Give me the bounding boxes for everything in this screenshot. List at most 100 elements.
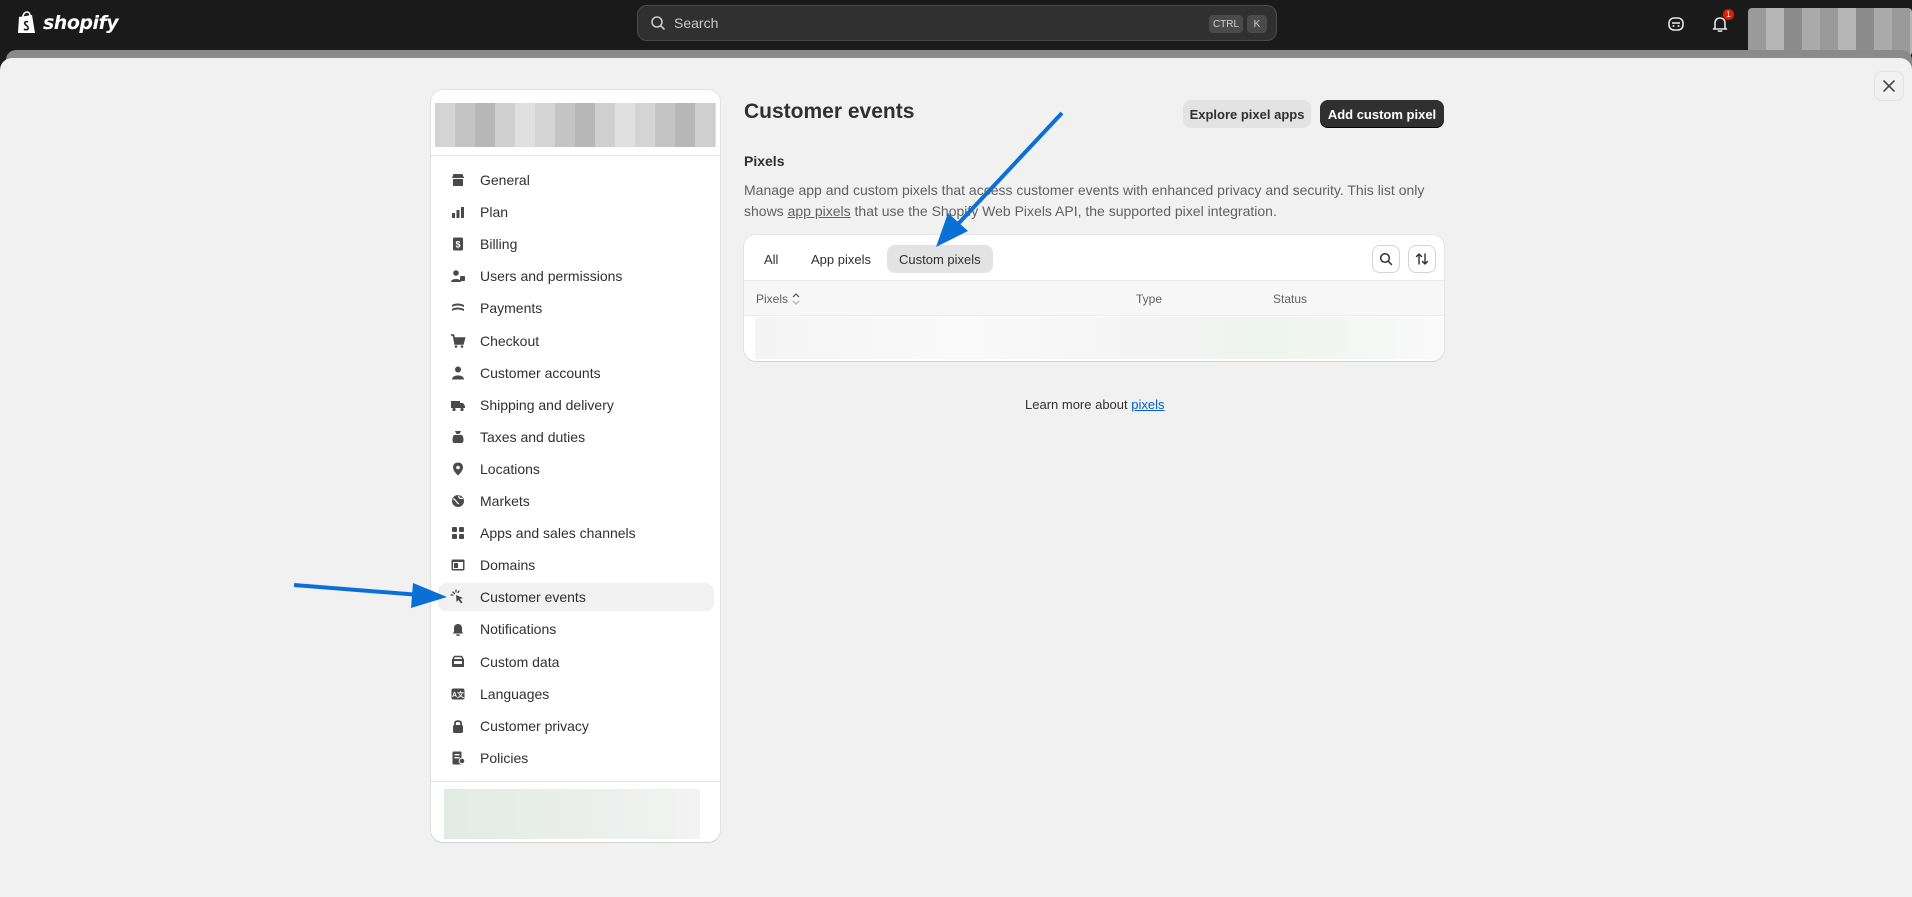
cursor-click-icon: [450, 589, 463, 604]
sidebar-footer-redacted: [444, 789, 700, 839]
top-bar: shopify Search CTRL K 1: [0, 0, 1912, 56]
sidebar-item-label: Checkout: [480, 332, 540, 349]
sidebar-item-policies[interactable]: Policies: [438, 744, 714, 772]
column-header-type: Type: [1136, 292, 1163, 306]
brand-name: shopify: [43, 12, 119, 34]
learn-more-text: Learn more about: [1025, 397, 1132, 412]
sidebar-item-label: Users and permissions: [480, 268, 623, 285]
sidebar-item-markets[interactable]: Markets: [438, 487, 714, 515]
sidebar-item-label: General: [480, 172, 530, 188]
billing-icon: $: [453, 237, 463, 251]
explore-pixel-apps-button[interactable]: Explore pixel apps: [1183, 100, 1311, 128]
shortcut-ctrl-key: CTRL: [1209, 15, 1243, 33]
notifications-button[interactable]: 1: [1708, 9, 1734, 36]
sidebar-item-label: Apps and sales channels: [480, 525, 636, 542]
sidebar-item-customer-accounts[interactable]: Customer accounts: [438, 359, 714, 387]
sidebar-item-billing[interactable]: $ Billing: [438, 230, 714, 258]
sort-caret-icon: [792, 293, 800, 305]
cart-icon: [451, 333, 466, 348]
learn-more: Learn more about pixels: [1025, 397, 1164, 412]
domain-icon: [451, 559, 465, 571]
store-info-redacted[interactable]: [435, 103, 716, 147]
column-header-pixels[interactable]: Pixels: [756, 292, 800, 306]
language-icon: A文: [451, 688, 465, 700]
divider: [431, 155, 720, 156]
sidebar-item-general[interactable]: General: [438, 166, 714, 194]
sidebar-item-label: Policies: [480, 749, 529, 766]
sidekick-button[interactable]: [1664, 12, 1688, 36]
person-icon: [452, 366, 464, 380]
search-input[interactable]: Search CTRL K: [637, 5, 1277, 41]
shortcut-k-key: K: [1247, 15, 1267, 33]
bell-icon: [452, 624, 464, 637]
column-header-status: Status: [1273, 292, 1308, 306]
page-title: Customer events: [744, 100, 915, 123]
sidebar-item-label: Locations: [480, 460, 540, 477]
sidekick-icon: [1668, 17, 1684, 31]
sidebar-item-languages[interactable]: A文 Languages: [438, 680, 714, 708]
tab-app-pixels[interactable]: App pixels: [799, 245, 883, 273]
sidebar-item-label: Payments: [480, 300, 543, 317]
sidebar-item-label: Markets: [480, 493, 530, 509]
location-pin-icon: [453, 462, 463, 476]
policies-icon: [452, 751, 466, 765]
sidebar-item-label: Custom data: [480, 653, 560, 670]
sidebar-item-custom-data[interactable]: Custom data: [438, 648, 714, 676]
tab-all[interactable]: All: [752, 245, 790, 273]
sidebar-item-payments[interactable]: Payments: [438, 294, 714, 322]
sidebar-item-label: Billing: [480, 236, 518, 253]
account-avatar[interactable]: [1748, 8, 1912, 56]
custom-data-icon: [452, 655, 464, 667]
svg-text:A文: A文: [452, 690, 465, 699]
shopify-logo[interactable]: shopify: [16, 11, 119, 35]
sidebar-item-locations[interactable]: Locations: [438, 455, 714, 483]
table-header: Pixels Type Status: [744, 280, 1444, 316]
sort-button[interactable]: [1408, 245, 1436, 273]
search-filter-button[interactable]: [1372, 245, 1400, 273]
svg-text:$: $: [455, 240, 460, 250]
sidebar-item-label: Plan: [480, 204, 509, 221]
sidebar-item-customer-privacy[interactable]: Customer privacy: [438, 712, 714, 740]
payments-icon: [452, 303, 464, 312]
app-pixels-link[interactable]: app pixels: [788, 203, 851, 219]
sidebar-item-customer-events[interactable]: Customer events: [438, 583, 714, 612]
search-icon: [651, 16, 665, 30]
search-placeholder: Search: [674, 15, 719, 31]
tab-custom-pixels[interactable]: Custom pixels: [887, 245, 993, 273]
sidebar-item-label: Customer accounts: [480, 364, 601, 381]
lock-icon: [453, 719, 463, 733]
sidebar-item-apps-and-sales-channels[interactable]: Apps and sales channels: [438, 519, 714, 547]
sort-arrows-icon: [1415, 253, 1429, 265]
section-title: Pixels: [744, 153, 785, 169]
divider: [431, 781, 720, 782]
sidebar-item-checkout[interactable]: Checkout: [438, 327, 714, 355]
sidebar-item-domains[interactable]: Domains: [438, 551, 714, 579]
sidebar-item-label: Customer privacy: [480, 717, 589, 734]
table-row-redacted[interactable]: [755, 317, 1444, 359]
pixels-help-link[interactable]: pixels: [1131, 397, 1164, 412]
sidebar-item-shipping-and-delivery[interactable]: Shipping and delivery: [438, 391, 714, 419]
close-settings-button[interactable]: [1874, 71, 1904, 101]
globe-icon: [452, 495, 464, 507]
sidebar-item-users-and-permissions[interactable]: Users and permissions: [438, 262, 714, 290]
sidebar-item-label: Shipping and delivery: [480, 396, 614, 413]
sidebar-item-taxes-and-duties[interactable]: Taxes and duties: [438, 423, 714, 451]
add-custom-pixel-button[interactable]: Add custom pixel: [1320, 100, 1444, 128]
shopify-bag-icon: [18, 11, 35, 33]
apps-icon: [452, 527, 464, 540]
pixels-card: All App pixels Custom pixels Pixels Type…: [744, 235, 1444, 361]
tax-bag-icon: [452, 430, 464, 443]
sidebar-item-label: Domains: [480, 557, 536, 574]
truck-icon: [451, 400, 465, 411]
notification-count-badge: 1: [1723, 9, 1734, 20]
store-icon: [452, 174, 464, 186]
sidebar-item-label: Customer events: [480, 589, 586, 606]
users-icon: [451, 270, 465, 283]
description-text: that use the Shopify Web Pixels API, the…: [850, 203, 1277, 219]
close-icon: [1883, 80, 1895, 92]
sidebar-item-plan[interactable]: Plan: [438, 198, 714, 226]
sidebar-item-notifications[interactable]: Notifications: [438, 615, 714, 643]
sidebar-item-label: Taxes and duties: [480, 428, 586, 445]
column-label: Pixels: [756, 292, 789, 306]
section-description: Manage app and custom pixels that access…: [744, 180, 1444, 222]
